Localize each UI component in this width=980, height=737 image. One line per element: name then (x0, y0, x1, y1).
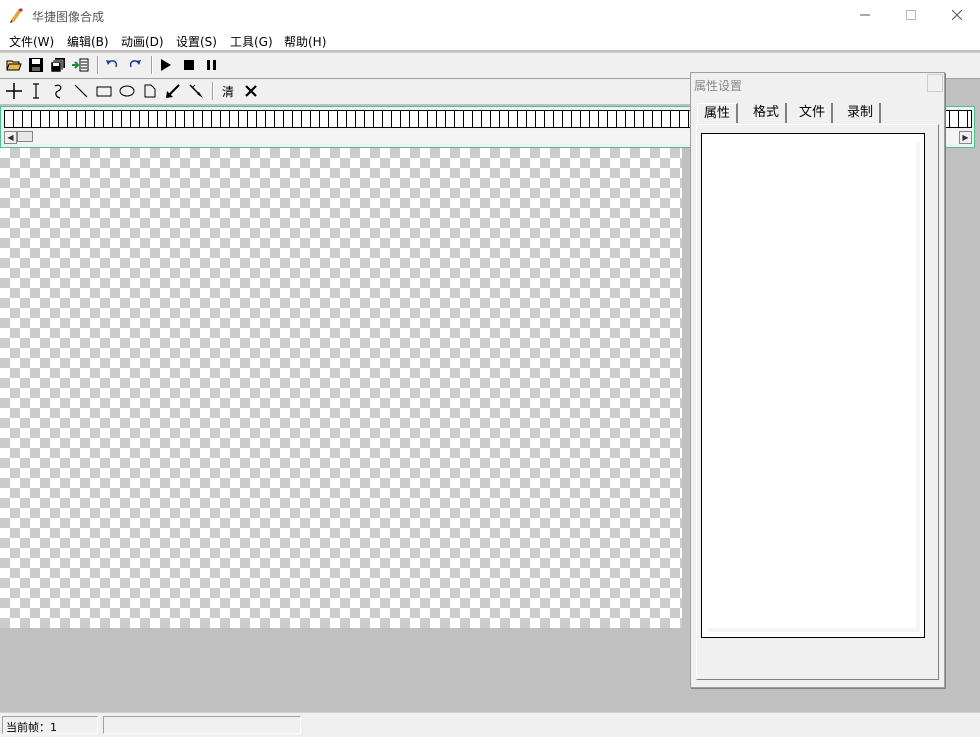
menu-file[interactable]: 文件(W) (9, 33, 54, 50)
delete-icon[interactable] (241, 81, 261, 101)
scroll-right-icon[interactable]: ▶ (959, 131, 972, 144)
menu-help[interactable]: 帮助(H) (284, 33, 326, 50)
panel-close-button[interactable] (927, 74, 943, 92)
polygon-icon[interactable] (140, 81, 160, 101)
property-list-area (708, 142, 920, 632)
toolbar-separator (151, 56, 153, 74)
line-icon[interactable] (71, 81, 91, 101)
drawing-toolbar: 清 (0, 79, 700, 104)
window-title: 华捷图像合成 (32, 10, 105, 24)
tab-record[interactable]: 录制 (841, 103, 882, 123)
tab-file[interactable]: 文件 (793, 103, 834, 123)
menu-tools[interactable]: 工具(G) (230, 33, 273, 50)
crosshair-icon[interactable] (4, 81, 24, 101)
curve-icon[interactable] (48, 81, 68, 101)
property-list[interactable] (701, 133, 925, 638)
title-bar: 华捷图像合成 (0, 0, 980, 30)
tab-properties[interactable]: 属性 (697, 103, 739, 123)
minimize-button[interactable] (842, 0, 888, 30)
save-icon[interactable] (26, 55, 46, 75)
status-bar: 当前帧：1 (0, 712, 980, 737)
maximize-button[interactable] (888, 0, 934, 30)
text-cursor-icon[interactable] (26, 81, 46, 101)
toolbar-separator (97, 56, 99, 74)
scroll-thumb[interactable] (17, 131, 33, 142)
status-panel (103, 716, 301, 734)
close-button[interactable] (934, 0, 980, 30)
redo-icon[interactable] (125, 55, 145, 75)
pause-icon[interactable] (202, 55, 222, 75)
properties-panel: 属性设置 属性 格式 文件 录制 (690, 72, 945, 688)
ellipse-icon[interactable] (117, 81, 137, 101)
menu-edit[interactable]: 编辑(B) (67, 33, 109, 50)
clear-button[interactable]: 清 (218, 81, 238, 101)
menu-animation[interactable]: 动画(D) (121, 33, 164, 50)
open-folder-icon[interactable] (4, 55, 24, 75)
pen-icon[interactable] (186, 81, 206, 101)
app-logo-icon (8, 6, 26, 24)
menu-bar: 文件(W) 编辑(B) 动画(D) 设置(S) 工具(G) 帮助(H) (0, 30, 980, 50)
panel-title: 属性设置 (694, 79, 743, 93)
stop-icon[interactable] (179, 55, 199, 75)
current-frame-label: 当前帧：1 (6, 721, 57, 734)
menu-settings[interactable]: 设置(S) (176, 33, 217, 50)
import-icon[interactable] (70, 55, 90, 75)
rectangle-icon[interactable] (94, 81, 114, 101)
scroll-left-icon[interactable]: ◀ (4, 131, 17, 144)
play-icon[interactable] (156, 55, 176, 75)
toolbar-separator (212, 82, 214, 100)
undo-icon[interactable] (102, 55, 122, 75)
status-frame-panel: 当前帧：1 (2, 716, 98, 734)
arrow-icon[interactable] (163, 81, 183, 101)
image-canvas[interactable] (0, 148, 682, 628)
tab-format[interactable]: 格式 (747, 103, 788, 123)
save-all-icon[interactable] (48, 55, 68, 75)
